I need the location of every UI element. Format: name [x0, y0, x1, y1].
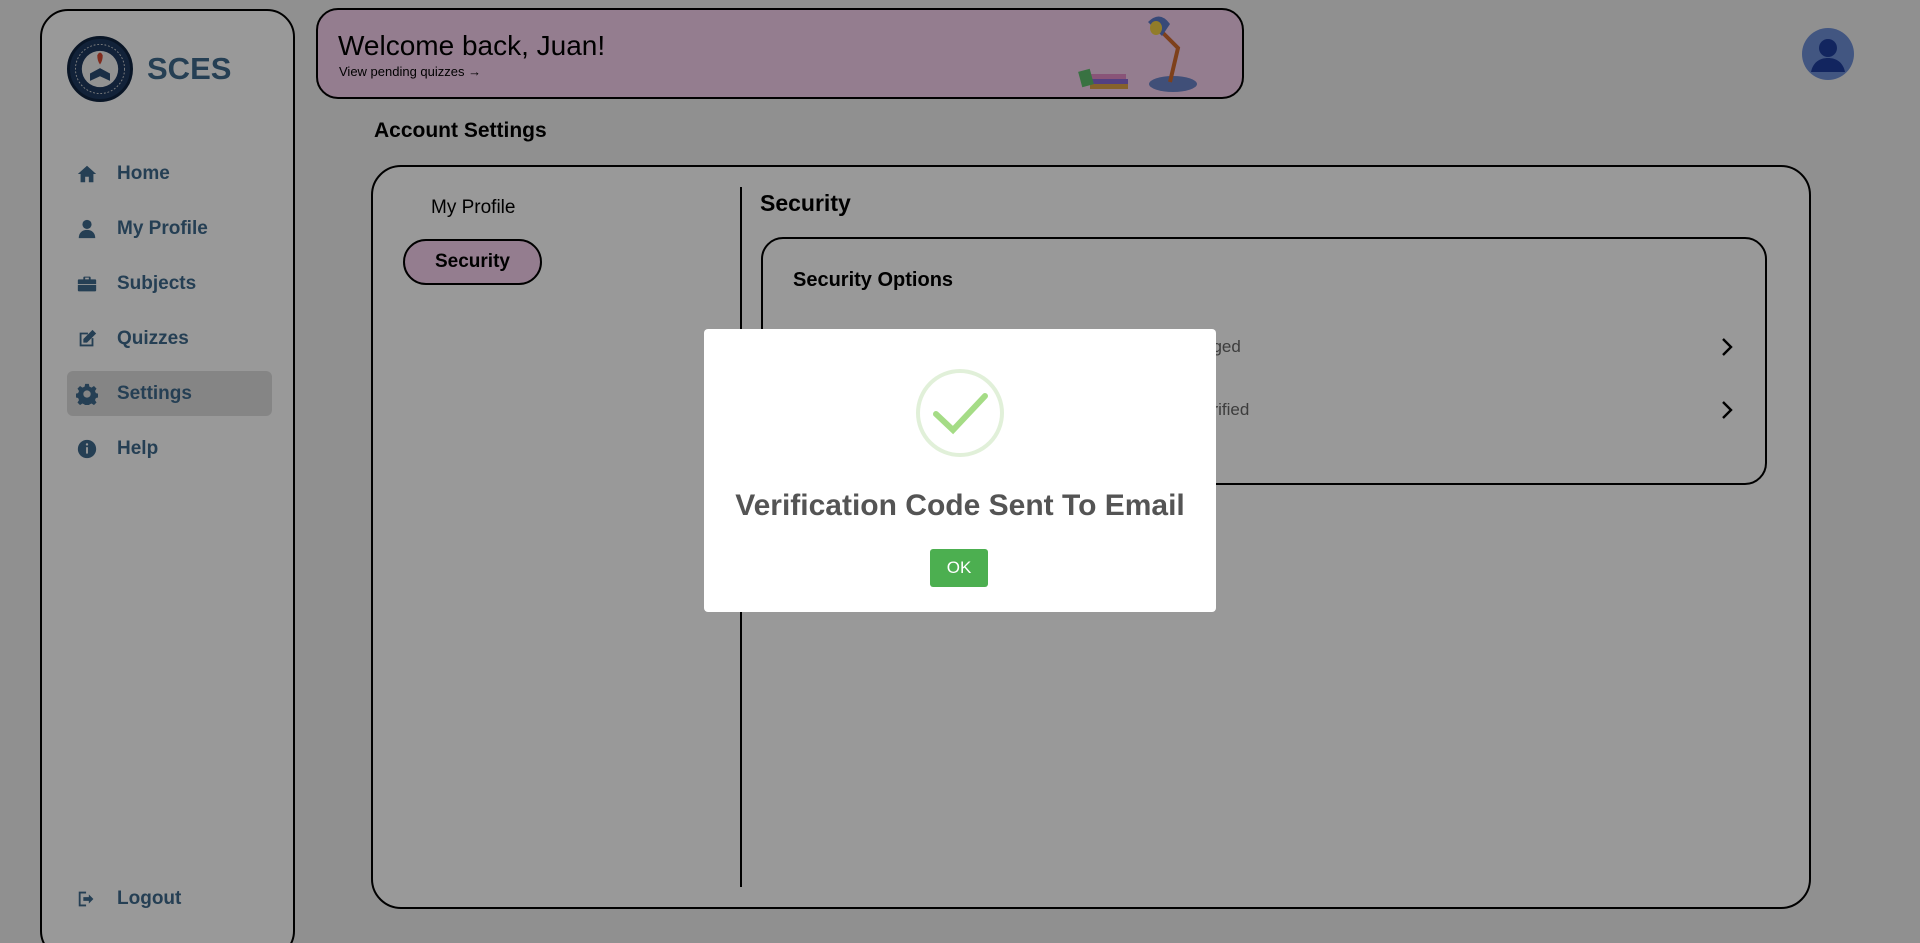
dialog-title: Verification Code Sent To Email — [735, 489, 1185, 522]
success-dialog: Verification Code Sent To Email OK — [704, 329, 1216, 612]
success-check-icon — [916, 369, 1004, 457]
ok-button[interactable]: OK — [930, 549, 988, 587]
